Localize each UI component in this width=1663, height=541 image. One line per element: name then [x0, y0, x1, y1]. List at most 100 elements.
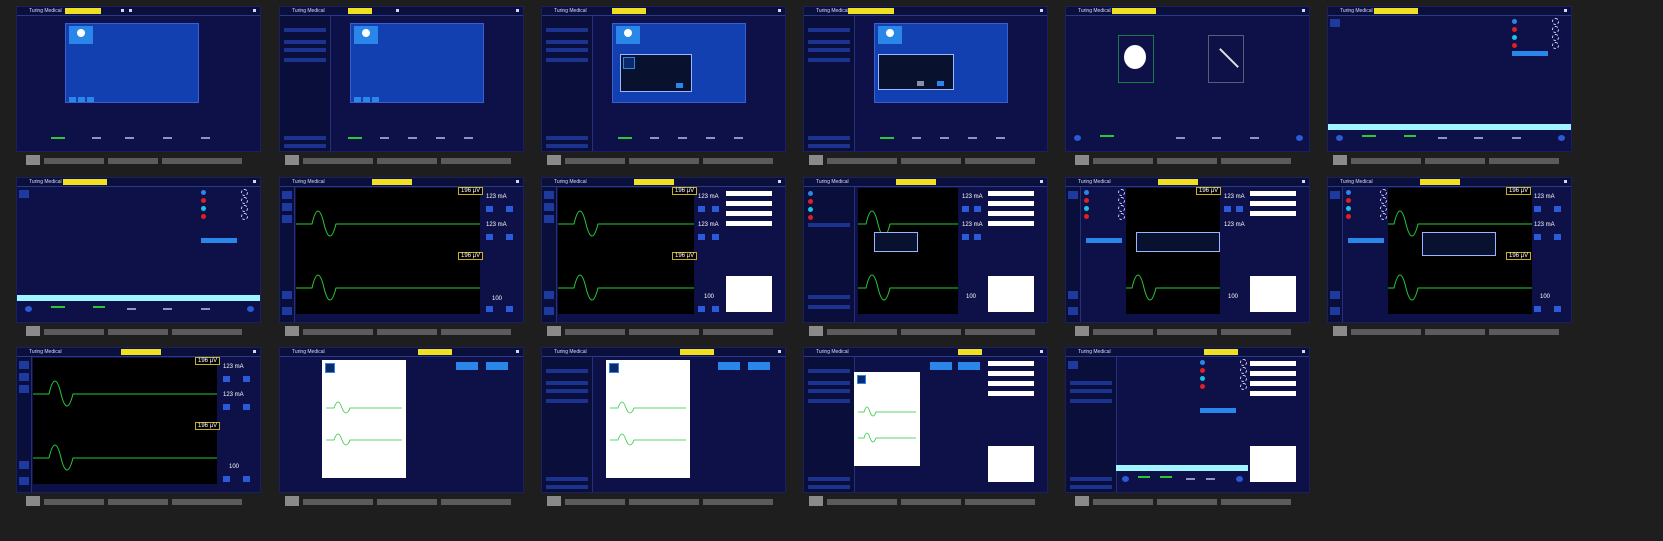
ok-button[interactable]: [937, 81, 944, 86]
menu-item[interactable]: [808, 389, 850, 393]
footer-item[interactable]: [706, 137, 715, 139]
config-button[interactable]: [1200, 408, 1236, 413]
prev-button[interactable]: [25, 306, 32, 312]
cancel-button[interactable]: [917, 81, 924, 86]
side-button[interactable]: [544, 215, 554, 223]
dial-icon[interactable]: [1240, 375, 1247, 382]
menu-item[interactable]: [1070, 381, 1112, 385]
info-field[interactable]: [988, 191, 1034, 196]
notes-box[interactable]: [1250, 446, 1296, 482]
dial-icon[interactable]: [1552, 42, 1559, 49]
footer-item[interactable]: [125, 137, 134, 139]
menu-item[interactable]: [546, 485, 588, 489]
info-icon[interactable]: [1302, 350, 1305, 353]
ok-button[interactable]: [676, 83, 683, 88]
side-button[interactable]: [282, 307, 292, 315]
dial-icon[interactable]: [1240, 383, 1247, 390]
info-field[interactable]: [988, 211, 1034, 216]
menu-item[interactable]: [808, 223, 850, 227]
panel-button[interactable]: [87, 97, 94, 102]
plus-button[interactable]: [243, 404, 250, 410]
info-field[interactable]: [1250, 201, 1296, 206]
minus-button[interactable]: [223, 404, 230, 410]
next-button[interactable]: [1236, 476, 1243, 482]
prev-button[interactable]: [1336, 135, 1343, 141]
info-icon[interactable]: [516, 180, 519, 183]
minus-button[interactable]: [1534, 206, 1541, 212]
menu-item[interactable]: [808, 305, 850, 309]
thumb-7[interactable]: Turing Medical: [16, 177, 261, 323]
info-field[interactable]: [1250, 381, 1296, 386]
info-field[interactable]: [1250, 371, 1296, 376]
footer-item[interactable]: [163, 137, 172, 139]
dial-icon[interactable]: [1118, 213, 1125, 220]
menu-item[interactable]: [808, 28, 850, 32]
dial-icon[interactable]: [1552, 18, 1559, 25]
footer-item[interactable]: [734, 137, 743, 139]
footer-item[interactable]: [348, 137, 362, 139]
minus-button[interactable]: [962, 234, 969, 240]
menu-item[interactable]: [808, 136, 850, 140]
footer-item[interactable]: [650, 137, 659, 139]
footer-item[interactable]: [996, 137, 1005, 139]
menu-item[interactable]: [284, 136, 326, 140]
side-button[interactable]: [19, 190, 29, 198]
side-button[interactable]: [1330, 191, 1340, 199]
side-button[interactable]: [19, 385, 29, 393]
tab-highlight[interactable]: [896, 179, 936, 185]
menu-item[interactable]: [546, 48, 588, 52]
info-field[interactable]: [1250, 211, 1296, 216]
upload-button[interactable]: [930, 362, 952, 370]
info-field[interactable]: [988, 371, 1034, 376]
tab-highlight[interactable]: [1112, 8, 1156, 14]
menu-item[interactable]: [546, 40, 588, 44]
info-field[interactable]: [988, 381, 1034, 386]
plus-button[interactable]: [974, 206, 981, 212]
footer-item[interactable]: [618, 137, 632, 139]
config-button[interactable]: [201, 238, 237, 243]
thumb-12[interactable]: Turing Medical 196 µV 196 µV 123 mA 123 …: [1327, 177, 1572, 323]
plus-button[interactable]: [712, 234, 719, 240]
info-icon[interactable]: [516, 9, 519, 12]
dial-icon[interactable]: [1240, 367, 1247, 374]
plus-button[interactable]: [1236, 206, 1243, 212]
info-field[interactable]: [988, 361, 1034, 366]
panel-button[interactable]: [372, 97, 379, 102]
next-button[interactable]: [1296, 135, 1303, 141]
side-button[interactable]: [19, 477, 29, 485]
menu-item[interactable]: [284, 58, 326, 62]
menu-item[interactable]: [546, 58, 588, 62]
tab-highlight[interactable]: [348, 8, 372, 14]
thumb-8[interactable]: Turing Medical 196 µV 196 µV 123 mA 123 …: [279, 177, 524, 323]
plus-button[interactable]: [506, 306, 513, 312]
footer-item[interactable]: [163, 308, 172, 310]
footer-item[interactable]: [1206, 478, 1215, 480]
info-icon[interactable]: [1040, 9, 1043, 12]
tab-highlight[interactable]: [63, 179, 107, 185]
notes-box[interactable]: [1250, 276, 1296, 312]
plus-button[interactable]: [974, 234, 981, 240]
plus-button[interactable]: [1554, 206, 1561, 212]
info-field[interactable]: [726, 191, 772, 196]
thumb-16[interactable]: Turing Medical: [803, 347, 1048, 493]
tab-highlight[interactable]: [848, 8, 894, 14]
info-icon[interactable]: [253, 9, 256, 12]
tab-highlight[interactable]: [418, 349, 452, 355]
thumb-1[interactable]: Turing Medical: [16, 6, 261, 152]
dial-icon[interactable]: [1380, 189, 1387, 196]
thumb-13[interactable]: Turing Medical 196 µV 196 µV 123 mA 123 …: [16, 347, 261, 493]
minus-button[interactable]: [1534, 306, 1541, 312]
thumb-11[interactable]: Turing Medical 196 µV 123 mA 123 mA 100: [1065, 177, 1310, 323]
menu-item[interactable]: [1070, 389, 1112, 393]
side-button[interactable]: [282, 191, 292, 199]
info-field[interactable]: [1250, 191, 1296, 196]
menu-item[interactable]: [808, 295, 850, 299]
grid-icon[interactable]: [129, 9, 132, 12]
tab-highlight[interactable]: [1420, 179, 1460, 185]
next-button[interactable]: [1558, 135, 1565, 141]
side-button[interactable]: [544, 291, 554, 299]
footer-item[interactable]: [1250, 137, 1259, 139]
plus-button[interactable]: [506, 206, 513, 212]
upload-button[interactable]: [718, 362, 740, 370]
info-field[interactable]: [726, 221, 772, 226]
